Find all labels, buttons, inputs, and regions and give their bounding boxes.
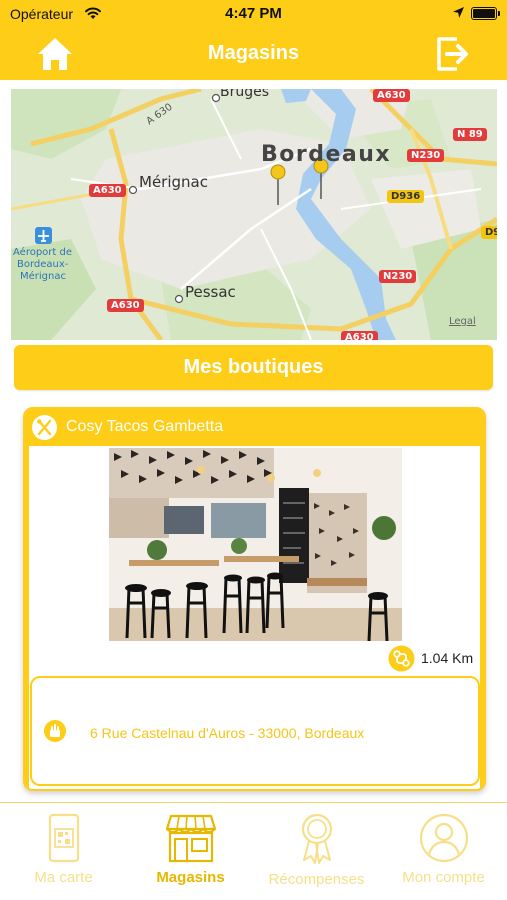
map-view[interactable]: A 630 A630 A630 A630 A630 N 89 N230 D936… [11, 89, 497, 340]
store-card[interactable]: Cosy Tacos Gambetta 1.04 Km 6 Rue Castel… [23, 407, 486, 791]
location-arrow-icon [453, 7, 464, 18]
medal-icon [301, 813, 332, 864]
store-icon [165, 814, 216, 863]
tab-bar: Ma carte Magasins Récompenses Mon compte [0, 802, 507, 900]
restaurant-icon [32, 415, 57, 440]
tab-recompenses[interactable]: Récompenses [254, 813, 379, 893]
map-place-label: Bordeaux [261, 142, 392, 167]
map-place-label: Mérignac [20, 271, 66, 282]
store-photo [109, 448, 402, 641]
logout-icon[interactable] [435, 36, 471, 72]
road-label: A630 [107, 299, 144, 312]
store-name: Cosy Tacos Gambetta [66, 418, 224, 435]
road-label: N230 [407, 149, 445, 162]
tab-label: Récompenses [268, 871, 365, 888]
road-label: A630 [341, 331, 378, 340]
road-label: N230 [379, 270, 417, 283]
status-bar: Opérateur 4:47 PM [0, 0, 507, 28]
tab-ma-carte[interactable]: Ma carte [1, 813, 126, 893]
map-canvas [11, 89, 497, 340]
map-place-label: Bordeaux- [17, 259, 69, 270]
address-pin-icon [44, 720, 66, 742]
card-icon [48, 813, 79, 863]
clock: 4:47 PM [225, 5, 282, 22]
road-label: D9 [481, 226, 497, 239]
tab-label: Mon compte [402, 869, 485, 886]
tab-label: Ma carte [34, 869, 93, 886]
map-place-label: Pessac [185, 283, 236, 301]
mes-boutiques-button[interactable]: Mes boutiques [14, 345, 493, 390]
card-border [480, 446, 484, 789]
store-card-header: Cosy Tacos Gambetta [25, 409, 484, 446]
store-distance: 1.04 Km [421, 650, 474, 666]
page-title: Magasins [207, 42, 300, 64]
road-label: D936 [387, 190, 425, 203]
distance-icon [388, 645, 415, 672]
tab-label: Magasins [156, 869, 225, 886]
tab-mon-compte[interactable]: Mon compte [381, 813, 506, 893]
card-border [25, 446, 29, 789]
account-icon [419, 813, 468, 863]
road-label: A630 [373, 89, 410, 102]
store-address-box[interactable]: 6 Rue Castelnau d'Auros - 33000, Bordeau… [30, 676, 480, 786]
map-legal-link[interactable]: Legal [449, 316, 476, 327]
map-place-label: Bruges [220, 89, 270, 100]
map-place-label: Mérignac [139, 173, 208, 191]
road-label: N 89 [453, 128, 487, 141]
road-label: A630 [89, 184, 126, 197]
top-bar: Opérateur 4:47 PM Magasins [0, 0, 507, 80]
map-place-label: Aéroport de [13, 247, 73, 258]
battery-icon [471, 7, 500, 20]
tab-magasins[interactable]: Magasins [128, 813, 253, 893]
store-address: 6 Rue Castelnau d'Auros - 33000, Bordeau… [90, 725, 365, 741]
